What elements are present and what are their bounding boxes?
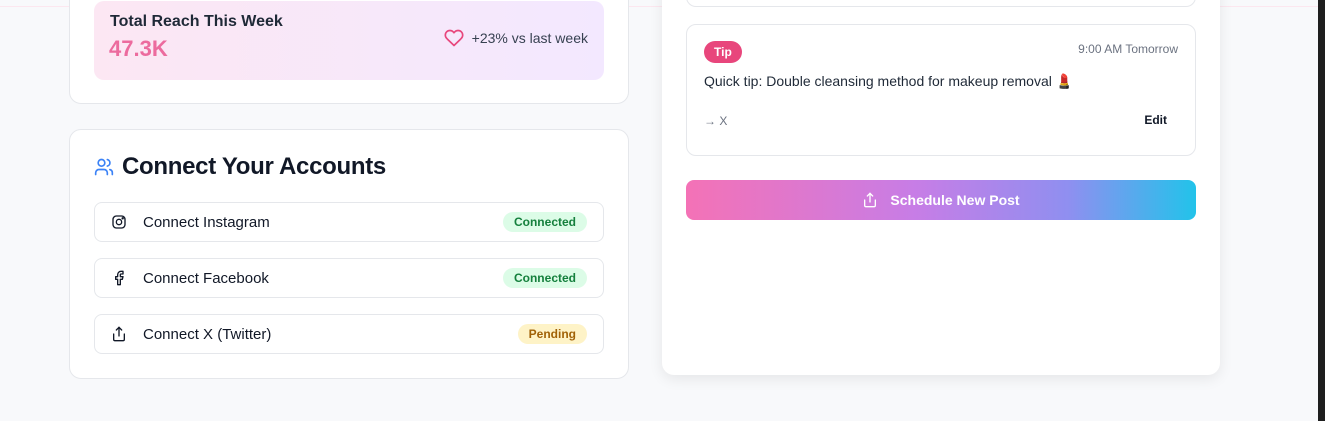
reach-summary: Total Reach This Week 47.3K +23% vs last… — [94, 1, 604, 80]
connect-x-row[interactable]: Connect X (Twitter) Pending — [94, 314, 604, 354]
users-icon — [94, 158, 114, 176]
post-target: → X — [704, 114, 728, 128]
facebook-icon — [111, 270, 127, 286]
connect-instagram-label: Connect Instagram — [143, 213, 270, 231]
share-icon — [864, 192, 877, 208]
share-icon — [111, 326, 127, 342]
connect-facebook-label: Connect Facebook — [143, 269, 269, 287]
scheduled-posts-panel: Tip 9:00 AM Tomorrow Quick tip: Double c… — [662, 0, 1220, 375]
scheduled-post-item: Tip 9:00 AM Tomorrow Quick tip: Double c… — [686, 24, 1196, 156]
schedule-new-post-label: Schedule New Post — [890, 192, 1020, 208]
schedule-new-post-button[interactable]: Schedule New Post — [686, 180, 1196, 220]
reach-card: Total Reach This Week 47.3K +23% vs last… — [69, 0, 629, 104]
heart-icon — [444, 29, 464, 47]
accounts-card: Connect Your Accounts Connect Instagram … — [69, 129, 629, 379]
reach-value: 47.3K — [109, 36, 168, 61]
status-badge: Pending — [517, 324, 587, 344]
post-tag: Tip — [704, 41, 742, 63]
connect-facebook-row[interactable]: Connect Facebook Connected — [94, 258, 604, 298]
reach-change-label: +23% vs last week — [471, 30, 588, 46]
accounts-title: Connect Your Accounts — [122, 153, 386, 180]
post-time: 9:00 AM Tomorrow — [1078, 42, 1178, 56]
status-badge: Connected — [502, 268, 587, 288]
edit-post-button[interactable]: Edit — [1144, 113, 1167, 127]
instagram-icon — [111, 214, 127, 230]
reach-change: +23% vs last week — [444, 28, 588, 48]
connect-instagram-row[interactable]: Connect Instagram Connected — [94, 202, 604, 242]
previous-post-item — [686, 0, 1196, 7]
connect-x-label: Connect X (Twitter) — [143, 325, 272, 343]
status-badge: Connected — [502, 212, 587, 232]
post-text: Quick tip: Double cleansing method for m… — [704, 73, 1074, 89]
window-edge — [1318, 0, 1325, 421]
accounts-header: Connect Your Accounts — [94, 153, 386, 181]
reach-title: Total Reach This Week — [110, 13, 283, 30]
